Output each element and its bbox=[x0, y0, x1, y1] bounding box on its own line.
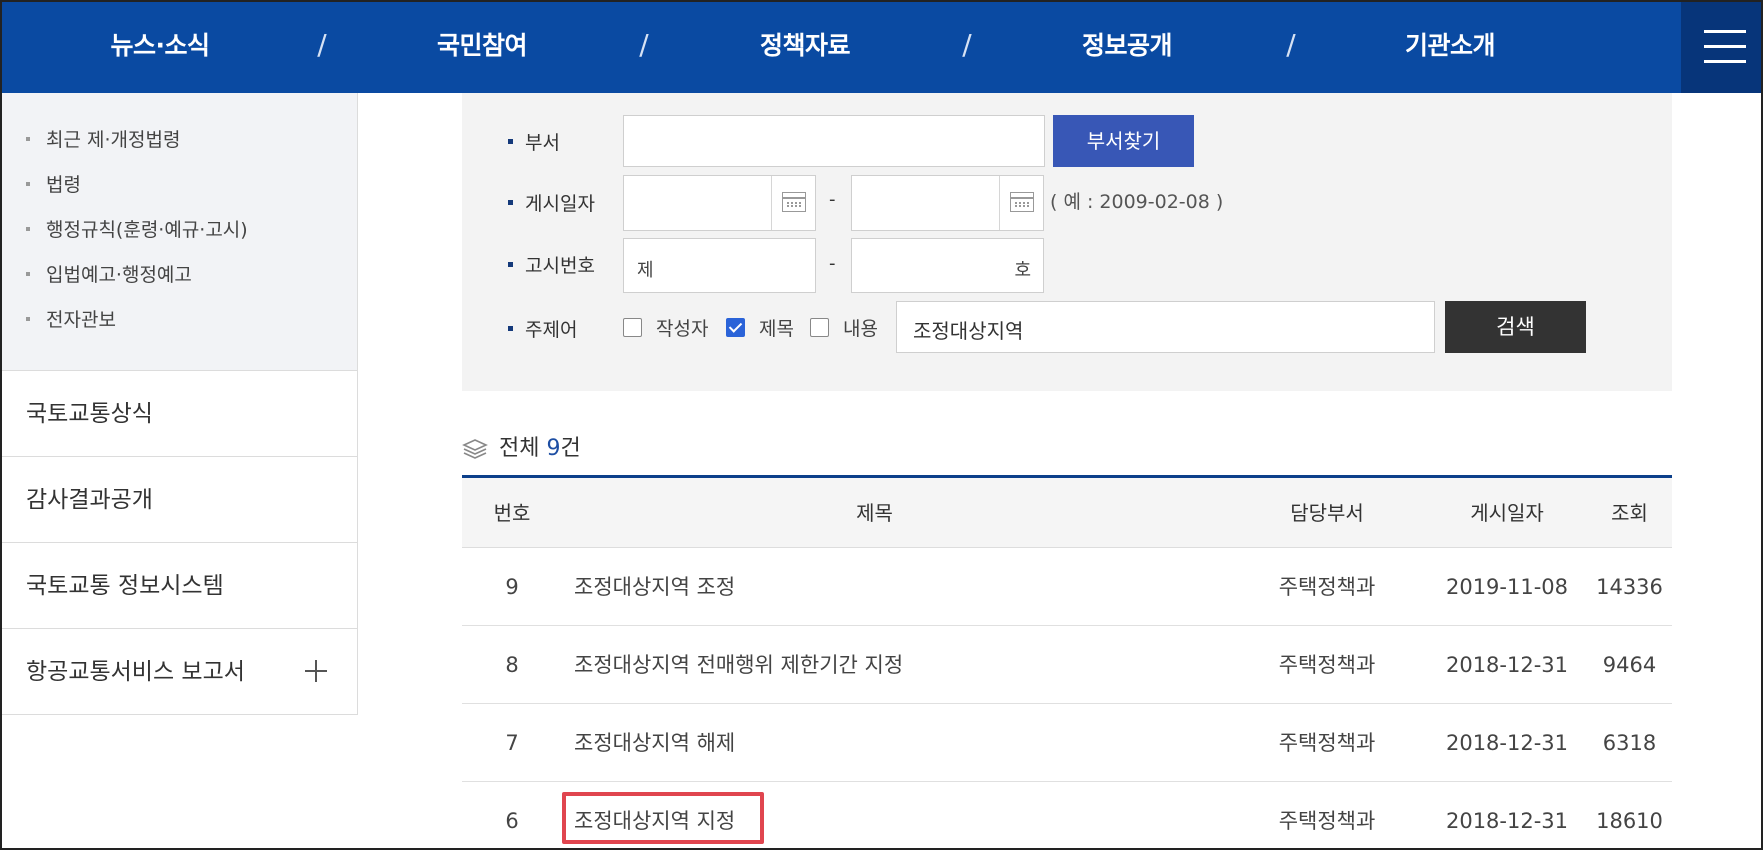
menu-button[interactable] bbox=[1681, 2, 1761, 93]
sidebar-link-knowledge[interactable]: 국토교통상식 bbox=[2, 371, 358, 457]
sidebar-subitem-recent-laws[interactable]: 최근 제·개정법령 bbox=[26, 125, 180, 152]
column-header-title: 제목 bbox=[856, 501, 893, 525]
sidebar-subitem-admin-rules[interactable]: 행정규칙(훈령·예규·고시) bbox=[26, 215, 248, 242]
date-label: 게시일자 bbox=[508, 189, 595, 216]
row-dept: 주택정책과 bbox=[1278, 575, 1376, 599]
author-checkbox[interactable] bbox=[623, 318, 642, 337]
row-dept: 주택정책과 bbox=[1278, 653, 1376, 677]
notice-number-to-input[interactable]: 호 bbox=[851, 238, 1044, 293]
column-header-views: 조회 bbox=[1611, 501, 1648, 525]
row-number: 6 bbox=[505, 809, 519, 833]
date-hint: ( 예 : 2009-02-08 ) bbox=[1050, 191, 1224, 213]
sidebar-subitem-laws[interactable]: 법령 bbox=[26, 170, 81, 197]
row-number: 8 bbox=[505, 653, 519, 677]
sidebar-link-aviation-report[interactable]: 항공교통서비스 보고서 bbox=[2, 629, 358, 715]
dept-label: 부서 bbox=[508, 128, 560, 155]
row-dept: 주택정책과 bbox=[1278, 731, 1376, 755]
row-views: 18610 bbox=[1596, 809, 1663, 833]
calendar-icon[interactable] bbox=[771, 176, 815, 230]
nav-item-about[interactable]: 기관소개 bbox=[1340, 2, 1560, 93]
column-header-date: 게시일자 bbox=[1470, 501, 1544, 525]
table-header: 번호 제목 담당부서 게시일자 조회 bbox=[462, 475, 1672, 548]
search-button[interactable]: 검색 bbox=[1445, 301, 1586, 353]
notice-number-from-input[interactable]: 제 bbox=[623, 238, 816, 293]
row-views: 6318 bbox=[1602, 731, 1657, 755]
row-views: 14336 bbox=[1596, 575, 1663, 599]
date-from-input[interactable] bbox=[623, 175, 816, 231]
plus-icon[interactable] bbox=[305, 660, 327, 682]
search-panel: 부서 부서찾기 게시일자 - ( 예 : 2009-02-08 ) 고시번호 제… bbox=[462, 93, 1672, 391]
author-checkbox-label: 작성자 bbox=[656, 318, 709, 340]
row-date: 2018-12-31 bbox=[1445, 809, 1569, 833]
keyword-value: 조정대상지역 bbox=[913, 319, 1024, 343]
row-title-link[interactable]: 조정대상지역 전매행위 제한기간 지정 bbox=[574, 626, 903, 704]
notice-dash: - bbox=[829, 253, 836, 274]
content-checkbox-label: 내용 bbox=[843, 318, 878, 340]
sidebar-subitem-legislative-notice[interactable]: 입법예고·행정예고 bbox=[26, 260, 192, 287]
sidebar-submenu: 최근 제·개정법령 법령 행정규칙(훈령·예규·고시) 입법예고·행정예고 전자… bbox=[2, 93, 358, 371]
row-date: 2018-12-31 bbox=[1445, 653, 1569, 677]
nav-item-policy[interactable]: 정책자료 bbox=[695, 2, 915, 93]
nav-separator: / bbox=[317, 28, 327, 61]
dept-search-button[interactable]: 부서찾기 bbox=[1053, 115, 1194, 167]
row-number: 7 bbox=[505, 731, 519, 755]
keyword-input[interactable]: 조정대상지역 bbox=[896, 301, 1435, 353]
page-frame: 뉴스·소식 / 국민참여 / 정책자료 / 정보공개 / 기관소개 최근 제·개… bbox=[0, 0, 1763, 850]
table-row: 9 조정대상지역 조정 주택정책과 2019-11-08 14336 bbox=[462, 548, 1672, 626]
row-title-link[interactable]: 조정대상지역 해제 bbox=[574, 704, 735, 782]
dept-input[interactable] bbox=[623, 115, 1045, 167]
calendar-icon[interactable] bbox=[999, 176, 1043, 230]
title-checkbox[interactable] bbox=[726, 318, 745, 337]
nav-separator: / bbox=[962, 28, 972, 61]
sidebar-subitem-gazette[interactable]: 전자관보 bbox=[26, 305, 116, 332]
nav-item-participation[interactable]: 국민참여 bbox=[372, 2, 592, 93]
nav-separator: / bbox=[639, 28, 649, 61]
nav-item-information[interactable]: 정보공개 bbox=[1017, 2, 1237, 93]
notice-prefix: 제 bbox=[637, 260, 654, 281]
sidebar: 최근 제·개정법령 법령 행정규칙(훈령·예규·고시) 입법예고·행정예고 전자… bbox=[2, 93, 358, 848]
sidebar-link-audit[interactable]: 감사결과공개 bbox=[2, 457, 358, 543]
date-to-input[interactable] bbox=[851, 175, 1044, 231]
highlight-box bbox=[562, 792, 764, 844]
row-title-link[interactable]: 조정대상지역 조정 bbox=[574, 548, 735, 626]
total-count-number: 9 bbox=[546, 436, 561, 461]
row-date: 2018-12-31 bbox=[1445, 731, 1569, 755]
row-views: 9464 bbox=[1602, 653, 1657, 677]
nav-separator: / bbox=[1286, 28, 1296, 61]
date-dash: - bbox=[829, 189, 836, 210]
layers-icon bbox=[462, 439, 488, 459]
table-row: 8 조정대상지역 전매행위 제한기간 지정 주택정책과 2018-12-31 9… bbox=[462, 626, 1672, 704]
nav-item-news[interactable]: 뉴스·소식 bbox=[50, 2, 270, 93]
content-checkbox[interactable] bbox=[810, 318, 829, 337]
column-header-dept: 담당부서 bbox=[1290, 501, 1364, 525]
row-dept: 주택정책과 bbox=[1278, 809, 1376, 833]
sidebar-link-info-system[interactable]: 국토교통 정보시스템 bbox=[2, 543, 358, 629]
row-date: 2019-11-08 bbox=[1445, 575, 1569, 599]
notice-number-label: 고시번호 bbox=[508, 251, 595, 278]
column-header-number: 번호 bbox=[493, 501, 531, 525]
title-checkbox-label: 제목 bbox=[759, 318, 794, 340]
notice-suffix: 호 bbox=[1014, 260, 1031, 281]
top-navigation: 뉴스·소식 / 국민참여 / 정책자료 / 정보공개 / 기관소개 bbox=[2, 2, 1761, 93]
total-count: 전체 9건 bbox=[499, 436, 581, 461]
keyword-label: 주제어 bbox=[508, 315, 577, 342]
table-row: 7 조정대상지역 해제 주택정책과 2018-12-31 6318 bbox=[462, 704, 1672, 782]
row-number: 9 bbox=[505, 575, 519, 599]
